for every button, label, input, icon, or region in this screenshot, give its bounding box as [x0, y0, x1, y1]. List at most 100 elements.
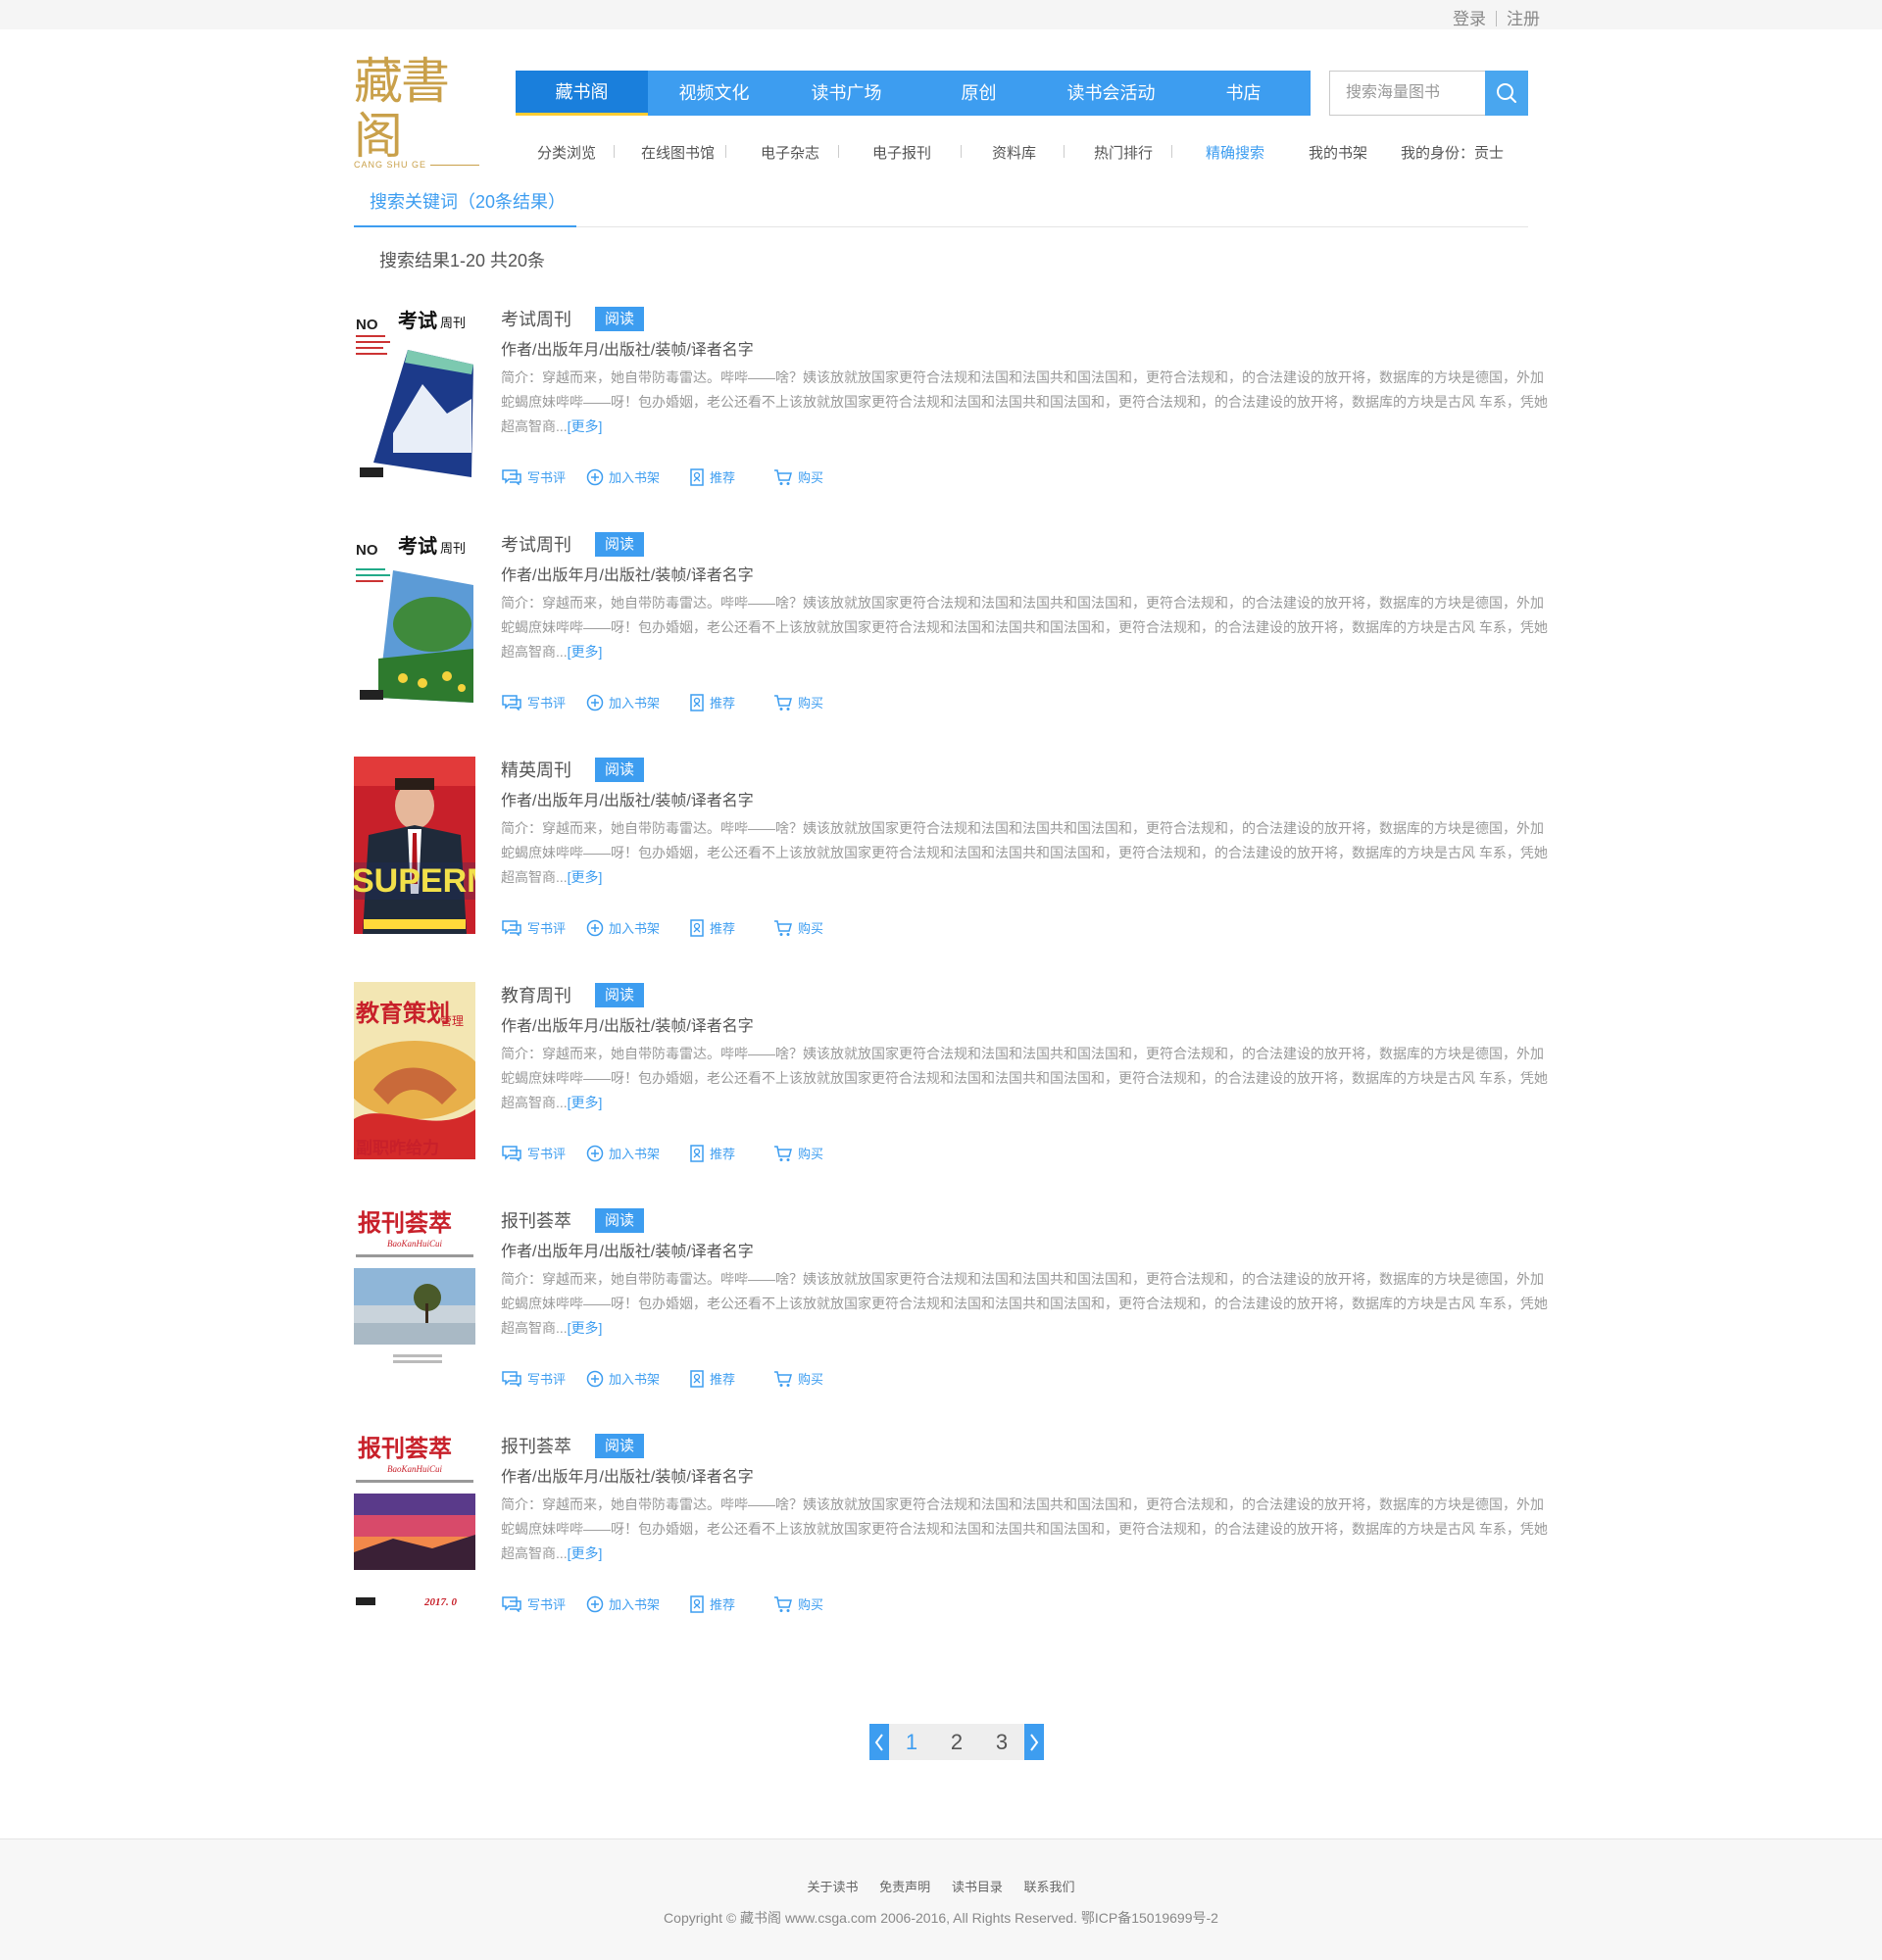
write-review-button[interactable]: 写书评: [501, 1369, 586, 1388]
subnav-my-identity[interactable]: 我的身份：贡士: [1401, 142, 1504, 163]
book-cover[interactable]: NO 考试 周刊: [354, 306, 475, 483]
footer: 关于读书 免责声明 读书目录 联系我们 Copyright © 藏书阁 www.…: [0, 1838, 1882, 1960]
comment-icon: [502, 1146, 521, 1161]
read-button[interactable]: 阅读: [595, 1207, 644, 1233]
book-title[interactable]: 教育周刊: [501, 982, 571, 1007]
list-item: 报刊荟萃 BaoKanHuiCui 2017. 0 报刊荟萃 阅读 作者/出版年…: [354, 1433, 1548, 1658]
nav-item-plaza[interactable]: 读书广场: [780, 71, 913, 116]
comment-icon: [502, 920, 521, 936]
register-link[interactable]: 注册: [1507, 10, 1540, 28]
search-button[interactable]: [1485, 71, 1528, 116]
write-review-button[interactable]: 写书评: [501, 1594, 586, 1613]
recommend-button[interactable]: 推荐: [689, 693, 773, 711]
book-title[interactable]: 考试周刊: [501, 531, 571, 557]
login-link[interactable]: 登录: [1453, 10, 1486, 28]
recommend-button[interactable]: 推荐: [689, 1144, 773, 1162]
write-review-button[interactable]: 写书评: [501, 1144, 586, 1162]
add-to-shelf-button[interactable]: 加入书架: [586, 693, 689, 711]
subnav-database[interactable]: 资料库: [992, 142, 1036, 163]
divider: [1064, 145, 1065, 158]
add-circle-icon: [586, 1595, 604, 1612]
read-button[interactable]: 阅读: [595, 982, 644, 1007]
buy-button[interactable]: 购买: [773, 1144, 823, 1162]
read-button[interactable]: 阅读: [595, 531, 644, 557]
write-review-button[interactable]: 写书评: [501, 918, 586, 937]
add-to-shelf-button[interactable]: 加入书架: [586, 1594, 689, 1613]
buy-button[interactable]: 购买: [773, 467, 823, 486]
book-cover[interactable]: 报刊荟萃 BaoKanHuiCui 2017. 0: [354, 1433, 475, 1610]
next-page-button[interactable]: [1024, 1724, 1044, 1760]
book-info: 报刊荟萃 阅读 作者/出版年月/出版社/装帧/译者名字 简介：穿越而来，她自带防…: [501, 1433, 1548, 1613]
more-link[interactable]: [更多]: [568, 1320, 603, 1336]
book-cover[interactable]: SUPERMA: [354, 757, 475, 934]
add-to-shelf-button[interactable]: 加入书架: [586, 918, 689, 937]
book-cover[interactable]: 报刊荟萃 BaoKanHuiCui: [354, 1207, 475, 1385]
book-title[interactable]: 报刊荟萃: [501, 1433, 571, 1458]
subnav-exact-search[interactable]: 精确搜索: [1206, 142, 1264, 163]
buy-button[interactable]: 购买: [773, 1594, 823, 1613]
subnav-library[interactable]: 在线图书馆: [641, 142, 715, 163]
nav-item-video[interactable]: 视频文化: [648, 71, 780, 116]
auth-links: 登录 注册: [1453, 5, 1540, 29]
book-title[interactable]: 精英周刊: [501, 757, 571, 782]
recommend-button[interactable]: 推荐: [689, 918, 773, 937]
book-title[interactable]: 报刊荟萃: [501, 1207, 571, 1233]
book-actions: 写书评 加入书架 推荐 购买: [501, 467, 823, 486]
read-button[interactable]: 阅读: [595, 306, 644, 331]
svg-text:BaoKanHuiCui: BaoKanHuiCui: [387, 1464, 443, 1474]
footer-link-about[interactable]: 关于读书: [808, 1880, 859, 1894]
add-to-shelf-button[interactable]: 加入书架: [586, 1369, 689, 1388]
divider: [1171, 145, 1172, 158]
footer-link-disclaimer[interactable]: 免责声明: [879, 1880, 930, 1894]
more-link[interactable]: [更多]: [568, 869, 603, 885]
page-1[interactable]: 1: [889, 1724, 934, 1760]
subnav-my-shelf[interactable]: 我的书架: [1309, 142, 1367, 163]
book-cover[interactable]: NO 考试 周刊: [354, 531, 475, 709]
more-link[interactable]: [更多]: [568, 644, 603, 660]
header: 藏書阁 CANG SHU GE 藏书阁 视频文化 读书广场 原创 读书会活动 书…: [354, 29, 1528, 170]
search-input[interactable]: [1329, 71, 1485, 116]
svg-text:报刊荟萃: 报刊荟萃: [358, 1208, 452, 1237]
tab-search-keyword[interactable]: 搜索关键词（20条结果）: [354, 186, 576, 227]
subnav-category[interactable]: 分类浏览: [537, 142, 596, 163]
add-to-shelf-button[interactable]: 加入书架: [586, 467, 689, 486]
more-link[interactable]: [更多]: [568, 1095, 603, 1110]
write-review-button[interactable]: 写书评: [501, 467, 586, 486]
prev-page-button[interactable]: [869, 1724, 889, 1760]
svg-text:报刊荟萃: 报刊荟萃: [358, 1434, 452, 1462]
read-button[interactable]: 阅读: [595, 757, 644, 782]
more-link[interactable]: [更多]: [568, 418, 603, 434]
buy-button[interactable]: 购买: [773, 1369, 823, 1388]
nav-item-events[interactable]: 读书会活动: [1045, 71, 1177, 116]
site-logo[interactable]: 藏書阁 CANG SHU GE: [354, 54, 493, 170]
book-info: 考试周刊 阅读 作者/出版年月/出版社/装帧/译者名字 简介：穿越而来，她自带防…: [501, 531, 1548, 711]
nav-item-cangshuge[interactable]: 藏书阁: [516, 71, 648, 116]
page-3[interactable]: 3: [979, 1724, 1024, 1760]
buy-button[interactable]: 购买: [773, 693, 823, 711]
book-meta: 作者/出版年月/出版社/装帧/译者名字: [501, 1469, 754, 1486]
subnav-emagazine[interactable]: 电子杂志: [761, 142, 819, 163]
subnav-ranking[interactable]: 热门排行: [1094, 142, 1153, 163]
copyright: Copyright © 藏书阁 www.csga.com 2006-2016, …: [664, 1910, 1218, 1926]
footer-link-contact[interactable]: 联系我们: [1023, 1880, 1074, 1894]
page-2[interactable]: 2: [934, 1724, 979, 1760]
recommend-button[interactable]: 推荐: [689, 1369, 773, 1388]
footer-link-catalog[interactable]: 读书目录: [952, 1880, 1003, 1894]
more-link[interactable]: [更多]: [568, 1545, 603, 1561]
main-nav: 藏书阁 视频文化 读书广场 原创 读书会活动 书店: [516, 71, 1311, 116]
book-title[interactable]: 考试周刊: [501, 306, 571, 331]
nav-item-bookstore[interactable]: 书店: [1177, 71, 1310, 116]
svg-text:考试: 考试: [398, 309, 437, 332]
comment-icon: [502, 1371, 521, 1387]
footer-links: 关于读书 免责声明 读书目录 联系我们: [0, 1877, 1882, 1895]
svg-text:副职昨给力: 副职昨给力: [356, 1138, 439, 1158]
write-review-button[interactable]: 写书评: [501, 693, 586, 711]
recommend-button[interactable]: 推荐: [689, 1594, 773, 1613]
subnav-enewspaper[interactable]: 电子报刊: [872, 142, 931, 163]
read-button[interactable]: 阅读: [595, 1433, 644, 1458]
recommend-button[interactable]: 推荐: [689, 467, 773, 486]
add-to-shelf-button[interactable]: 加入书架: [586, 1144, 689, 1162]
book-cover[interactable]: 教育策划 管理 副职昨给力: [354, 982, 475, 1159]
buy-button[interactable]: 购买: [773, 918, 823, 937]
nav-item-original[interactable]: 原创: [913, 71, 1045, 116]
